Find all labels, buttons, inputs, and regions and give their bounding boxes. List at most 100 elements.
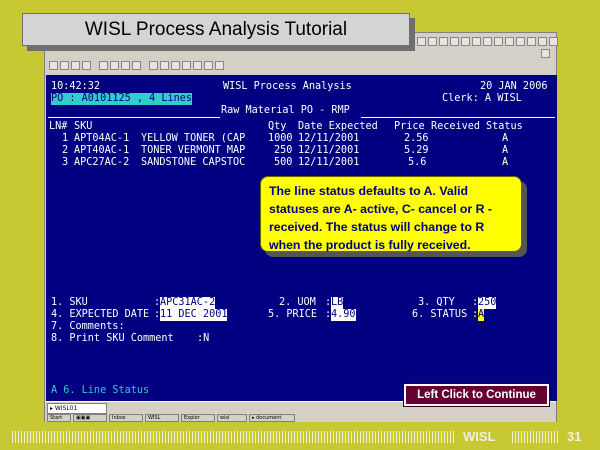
taskbar-item[interactable]: wisl: [217, 414, 247, 422]
row-desc: SANDSTONE CAPSTOC: [141, 157, 246, 168]
row-status: A: [502, 157, 509, 168]
taskbar-item[interactable]: Inbox: [109, 414, 143, 422]
row-price: 2.56: [404, 133, 429, 144]
settings-icon[interactable]: [149, 61, 158, 70]
taskbar: Start ▣▣▣ Inbox WISL Explor wisl ▸ docum…: [45, 413, 556, 423]
uom-field[interactable]: LB: [331, 297, 344, 309]
copy-icon[interactable]: [110, 61, 119, 70]
expected-date-label: 4. EXPECTED DATE: [51, 309, 150, 320]
open-icon[interactable]: [60, 61, 69, 70]
row-sku: APT40AC-1: [74, 145, 130, 156]
toolbar-button[interactable]: [439, 37, 448, 46]
row-qty: 1000: [268, 133, 293, 144]
macro-icon[interactable]: [193, 61, 202, 70]
taskbar-item[interactable]: WISL: [145, 414, 179, 422]
grid-icon[interactable]: [160, 61, 169, 70]
row-price: 5.6: [408, 157, 427, 168]
slide-title-box: WISL Process Analysis Tutorial: [22, 13, 410, 46]
tools-icon[interactable]: [204, 61, 213, 70]
row-qty: 500: [274, 157, 293, 168]
window-icon[interactable]: [171, 61, 180, 70]
price-label: 5. PRICE: [268, 309, 318, 320]
continue-button-label: Left Click to Continue: [417, 389, 536, 401]
terminal-time: 10:42:32: [51, 81, 101, 92]
toolbar-button[interactable]: [494, 37, 503, 46]
col-date: Date Expected: [298, 121, 378, 132]
toolbar-button[interactable]: [450, 37, 459, 46]
col-status: Status: [486, 121, 523, 132]
expected-date-field[interactable]: 11 DEC 2001: [160, 309, 228, 321]
row-date: 12/11/2001: [298, 133, 360, 144]
col-ln: LN#: [49, 121, 68, 132]
terminal-app-title: WISL Process Analysis: [223, 81, 352, 92]
toolbar-button[interactable]: [538, 37, 547, 46]
cut-icon[interactable]: [99, 61, 108, 70]
toolbar-button[interactable]: [527, 37, 536, 46]
row-ln: 1: [62, 133, 69, 144]
toolbar-button[interactable]: [505, 37, 514, 46]
sku-field[interactable]: APC31AC-2: [160, 297, 216, 309]
toolbar-row-close: [541, 49, 550, 58]
toolbar-button[interactable]: [461, 37, 470, 46]
slide-footer: WISL 31: [0, 428, 600, 448]
po-line: PO : A0101125 , 4 Lines: [51, 93, 193, 105]
row-sku: APC27AC-2: [74, 157, 130, 168]
price-field[interactable]: 4.90: [331, 309, 356, 321]
screen-title: Raw Material PO - RMP: [221, 105, 350, 116]
close-icon[interactable]: [541, 49, 550, 58]
continue-button[interactable]: Left Click to Continue: [403, 383, 550, 407]
comments-label: 7. Comments:: [51, 321, 125, 332]
divider: [361, 117, 555, 118]
col-received: Received: [431, 121, 481, 132]
keyboard-icon[interactable]: [182, 61, 191, 70]
new-icon[interactable]: [49, 61, 58, 70]
toolbar-row-top: [417, 37, 558, 46]
row-status: A: [502, 145, 509, 156]
row-date: 12/11/2001: [298, 145, 360, 156]
row-sku: APT04AC-1: [74, 133, 130, 144]
footer-barcode-right: [512, 431, 558, 443]
paste-icon[interactable]: [121, 61, 130, 70]
row-price: 5.29: [404, 145, 429, 156]
taskbar-item[interactable]: ▣▣▣: [73, 414, 107, 422]
footer-barcode-left: [12, 431, 454, 443]
uom-label: 2. UOM: [279, 297, 316, 308]
divider: [48, 117, 220, 118]
row-ln: 2: [62, 145, 69, 156]
row-status: A: [502, 133, 509, 144]
row-desc: YELLOW TONER (CAP: [141, 133, 246, 144]
qty-label: 3. QTY: [418, 297, 455, 308]
info-callout: The line status defaults to A. Valid sta…: [260, 176, 522, 252]
col-sku: SKU: [74, 121, 93, 132]
toolbar-button[interactable]: [516, 37, 525, 46]
callout-text: The line status defaults to A. Valid sta…: [269, 184, 493, 252]
status-field[interactable]: A: [478, 309, 485, 321]
toolbar-button[interactable]: [483, 37, 492, 46]
toolbar-row-bottom: [49, 61, 224, 70]
print-icon[interactable]: [82, 61, 91, 70]
row-ln: 3: [62, 157, 69, 168]
save-icon[interactable]: [71, 61, 80, 70]
toolbar-button[interactable]: [428, 37, 437, 46]
sku-label: 1. SKU: [51, 297, 88, 308]
terminal-date: 20 JAN 2006: [480, 81, 548, 92]
page-number: 31: [567, 429, 582, 444]
col-price: Price: [394, 121, 425, 132]
taskbar-item[interactable]: ▸ document: [249, 414, 295, 422]
find-icon[interactable]: [132, 61, 141, 70]
print-sku-comment-value[interactable]: :N: [197, 333, 209, 345]
taskbar-item[interactable]: Start: [47, 414, 71, 422]
qty-field[interactable]: 250: [478, 297, 497, 309]
taskbar-item[interactable]: Explor: [181, 414, 215, 422]
toolbar-button[interactable]: [417, 37, 426, 46]
status-label: 6. STATUS: [412, 309, 468, 320]
toolbar-button[interactable]: [472, 37, 481, 46]
slide-title: WISL Process Analysis Tutorial: [84, 18, 348, 40]
row-date: 12/11/2001: [298, 157, 360, 168]
help-icon[interactable]: [215, 61, 224, 70]
toolbar-button[interactable]: [549, 37, 558, 46]
prompt-line: A 6. Line Status: [51, 385, 150, 396]
col-qty: Qty: [268, 121, 287, 132]
clerk-label: Clerk: A WISL: [442, 93, 522, 104]
row-desc: TONER VERMONT MAP: [141, 145, 246, 156]
